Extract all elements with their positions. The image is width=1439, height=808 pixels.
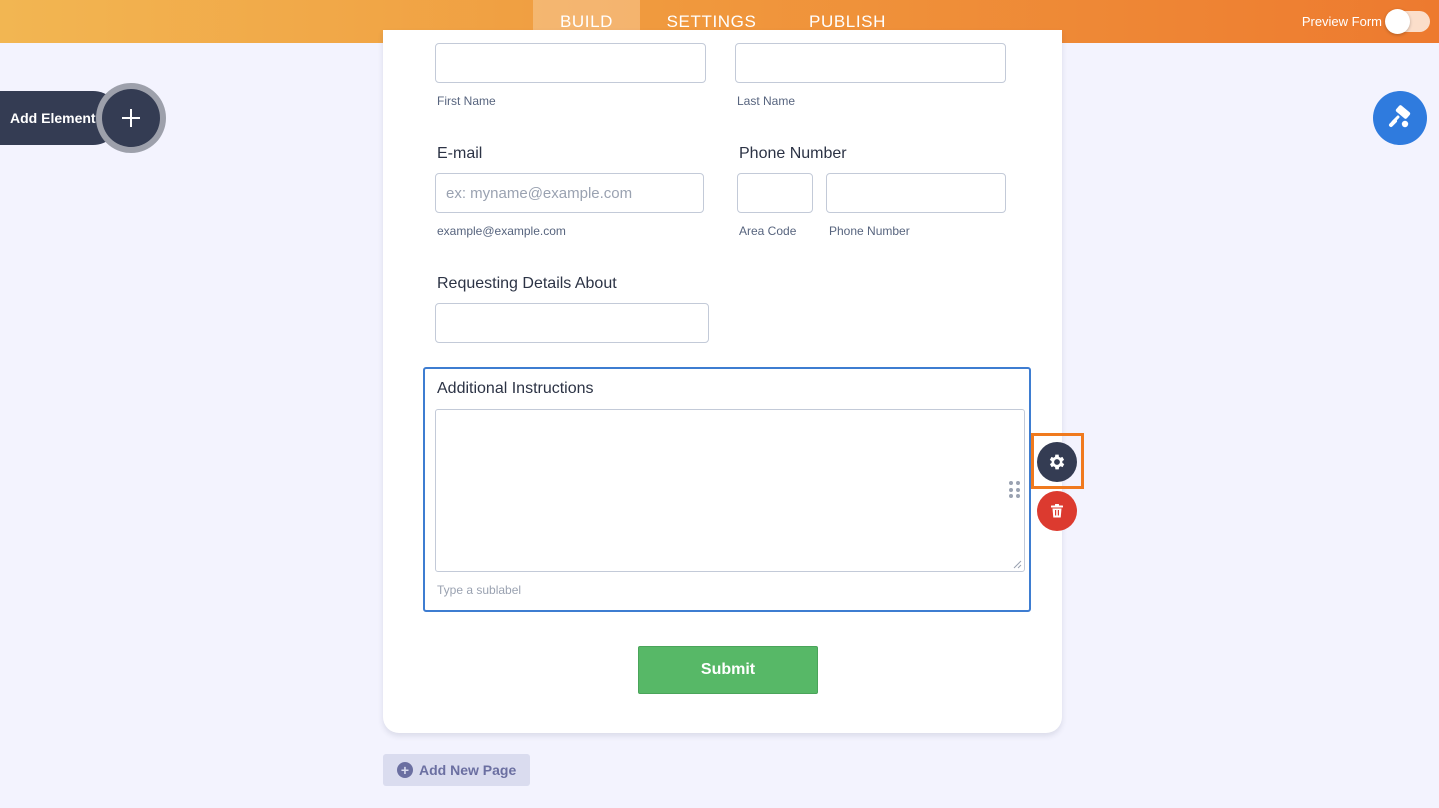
paint-roller-icon: [1389, 105, 1411, 128]
form-designer-button[interactable]: [1373, 91, 1427, 145]
last-name-sublabel: Last Name: [737, 94, 796, 108]
add-element-button[interactable]: [102, 89, 160, 147]
preview-form-toggle-knob[interactable]: [1385, 9, 1410, 34]
area-code-input[interactable]: [737, 173, 813, 213]
requesting-details-label: Requesting Details About: [437, 275, 617, 292]
first-name-input[interactable]: [435, 43, 706, 83]
email-placeholder: ex: myname@example.com: [446, 185, 633, 202]
trash-icon: [1051, 504, 1063, 518]
submit-button[interactable]: Submit: [638, 646, 818, 694]
phone-number-input[interactable]: [826, 173, 1006, 213]
drag-handle-icon[interactable]: [1009, 481, 1021, 499]
plus-circle-icon: +: [397, 762, 413, 778]
area-code-sublabel: Area Code: [739, 224, 797, 238]
field-settings-button[interactable]: [1037, 442, 1077, 482]
additional-instructions-label[interactable]: Additional Instructions: [437, 380, 594, 398]
add-new-page-label: Add New Page: [419, 762, 517, 778]
requesting-details-input[interactable]: [435, 303, 709, 343]
preview-form-label: Preview Form: [1301, 14, 1382, 29]
first-name-sublabel: First Name: [437, 94, 496, 108]
resize-grip-icon[interactable]: [1012, 559, 1022, 569]
phone-label: Phone Number: [739, 145, 847, 162]
plus-icon: [122, 109, 140, 127]
email-label: E-mail: [437, 145, 483, 162]
field-delete-button[interactable]: [1037, 491, 1077, 531]
last-name-input[interactable]: [735, 43, 1006, 83]
add-new-page-button[interactable]: + Add New Page: [383, 754, 530, 786]
additional-instructions-textarea[interactable]: [435, 409, 1025, 572]
sublabel-placeholder[interactable]: Type a sublabel: [437, 583, 521, 597]
email-sublabel: example@example.com: [437, 224, 566, 238]
add-element-label[interactable]: Add Element: [10, 110, 96, 126]
phone-number-sublabel: Phone Number: [829, 224, 910, 238]
gear-icon: [1049, 454, 1065, 470]
